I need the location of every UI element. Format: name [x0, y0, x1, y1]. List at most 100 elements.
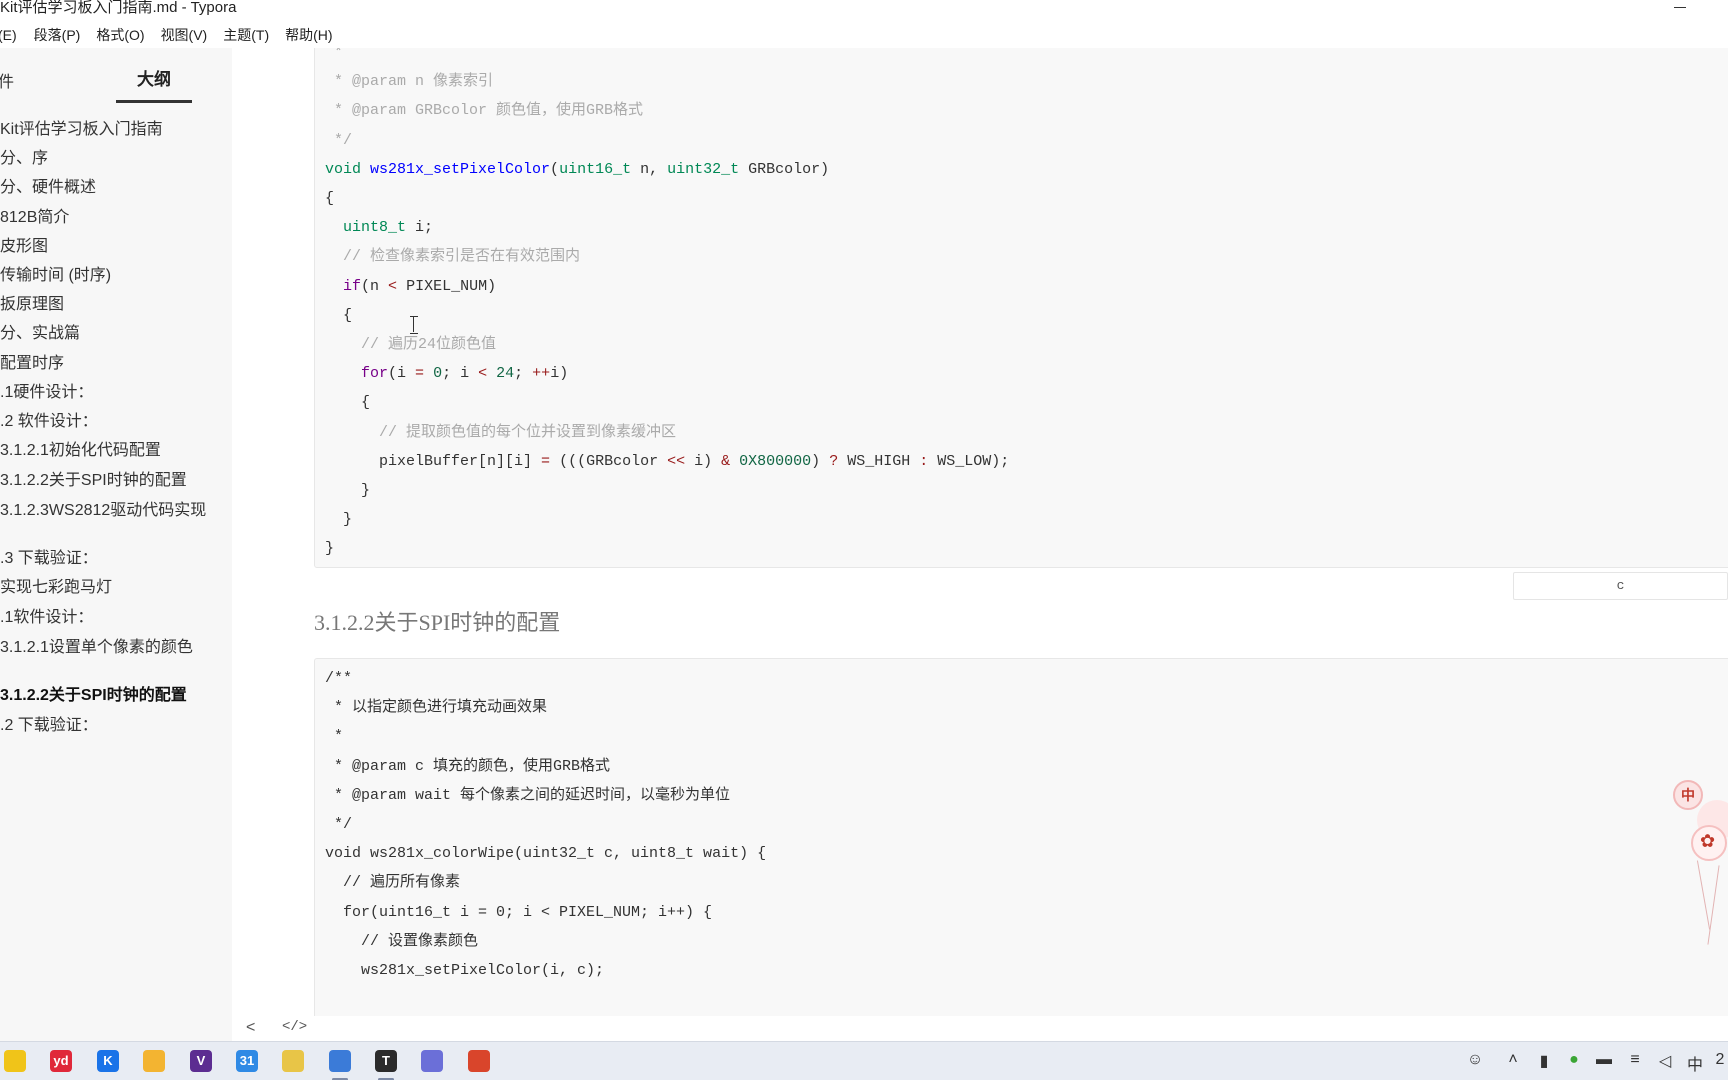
outline-item[interactable]: 812B简介 [0, 208, 69, 228]
star-app-icon[interactable] [4, 1050, 26, 1072]
code-block[interactable]: /** * 以指定颜色进行填充动画效果 * * @param c 填充的颜色，使… [314, 658, 1728, 1041]
source-mode-toggle[interactable]: </> [282, 1019, 307, 1035]
code-token: * @param GRBcolor 颜色值，使用GRB格式 [325, 102, 644, 120]
code-block[interactable]: * * @param n 像素索引 * @param GRBcolor 颜色值，… [314, 48, 1728, 568]
visual-studio-icon[interactable]: V [190, 1050, 212, 1072]
code-token: n, [631, 160, 668, 178]
youdao-icon[interactable]: yd [50, 1050, 72, 1072]
code-line: } [325, 510, 352, 530]
code-token: & [721, 452, 731, 470]
menu-item[interactable]: 主题(T) [223, 25, 269, 45]
code-token: < [478, 365, 488, 383]
outline-item[interactable]: .2 软件设计： [0, 412, 98, 432]
code-line: uint8_t i; [325, 218, 433, 238]
code-token: < [388, 277, 398, 295]
outline-item[interactable]: 扳原理图 [0, 295, 64, 315]
code-token: * @param c 填充的颜色，使用GRB格式 [325, 757, 611, 775]
sidebar: 件 大纲 Kit评估学习板入门指南 分、序分、硬件概述 812B简介 皮形图传输时间 … [0, 48, 232, 1041]
menu-item[interactable]: (E) [0, 27, 17, 43]
outline-item[interactable]: 3.1.2.1初始化代码配置 [0, 441, 161, 461]
code-token: for(uint16_t i = 0; i < PIXEL_NUM; i++) … [325, 903, 713, 921]
code-token: uint16_t [559, 160, 632, 178]
code-language-input[interactable]: c [1513, 572, 1728, 600]
menu-item[interactable]: 格式(O) [96, 25, 144, 45]
code-token: WS_HIGH [838, 452, 920, 470]
code-token: ws281x_setPixelColor(i, c); [325, 962, 605, 979]
editor-pane[interactable]: * * @param n 像素索引 * @param GRBcolor 颜色值，… [232, 48, 1728, 1041]
green-app-icon[interactable]: ● [1563, 1051, 1585, 1069]
outline-item[interactable]: .1硬件设计： [0, 383, 93, 403]
outline-item[interactable]: 分、实战篇 [0, 324, 80, 344]
code-line: { [325, 393, 370, 413]
code-line: // 遍历24位颜色值 [325, 335, 496, 355]
outline-item[interactable]: 3.1.2.2关于SPI时钟的配置 [0, 471, 187, 491]
code-token: uint8_t [343, 219, 407, 237]
tab-files[interactable]: 件 [0, 68, 14, 92]
code-token: // 检查像素索引是否在有效范围内 [325, 248, 581, 266]
code-token: (i [388, 365, 416, 383]
chevron-up-icon[interactable]: ˄ [1502, 1051, 1524, 1069]
ime-badge[interactable]: 中 [1673, 780, 1703, 810]
code-token: (((GRBcolor [550, 452, 668, 470]
code-token: pixelBuffer[n][i] [325, 452, 542, 470]
ime-icon[interactable]: 中 [1684, 1051, 1706, 1075]
phone-app-icon[interactable] [421, 1050, 443, 1072]
outline-item[interactable]: 传输时间 (时序) [0, 266, 111, 286]
code-token: * @param n 像素索引 [325, 73, 494, 91]
network-app-icon[interactable] [329, 1050, 351, 1080]
presentation-app-icon[interactable] [468, 1050, 490, 1072]
outline-item[interactable]: 实现七彩跑马灯 [0, 578, 112, 598]
k-app-icon[interactable]: K [97, 1050, 119, 1072]
code-line: * [325, 48, 343, 63]
outline-item[interactable]: 3.1.2.3WS2812驱动代码实现 [0, 500, 212, 521]
code-line: * [325, 727, 343, 747]
code-token: } [325, 511, 353, 529]
code-token: // 提取颜色值的每个位并设置到像素缓冲区 [325, 423, 677, 441]
menu-item[interactable]: 段落(P) [34, 25, 81, 45]
typora-icon[interactable]: T [375, 1050, 397, 1080]
minimize-button[interactable] [1670, 0, 1690, 16]
outline-item[interactable]: 配置时序 [0, 354, 64, 374]
folder-app-icon[interactable] [282, 1050, 304, 1072]
menu-item[interactable]: 视图(V) [161, 25, 208, 45]
tab-outline[interactable]: 大纲 [116, 65, 192, 90]
title-bar: Kit评估学习板入门指南.md - Typora [0, 0, 1728, 22]
back-chevron-icon[interactable]: < [246, 1019, 255, 1037]
code-token: * 以指定颜色进行填充动画效果 [325, 699, 548, 717]
volume-icon[interactable]: ◁ [1654, 1051, 1676, 1071]
user-icon[interactable]: ☺ [1464, 1051, 1486, 1069]
battery-icon[interactable]: ▬ [1593, 1051, 1615, 1069]
code-token: } [325, 540, 335, 558]
outline-item[interactable]: Kit评估学习板入门指南 [0, 120, 163, 140]
outline-item[interactable]: 3.1.2.2关于SPI时钟的配置 [0, 686, 187, 706]
code-line: { [325, 306, 352, 326]
code-line: * @param n 像素索引 [325, 72, 493, 92]
code-line: // 提取颜色值的每个位并设置到像素缓冲区 [325, 423, 676, 443]
code-token: // 遍历24位颜色值 [325, 336, 497, 353]
calendar-icon[interactable]: 31 [236, 1050, 258, 1072]
outline-item[interactable]: .3 下载验证： [0, 549, 98, 569]
wifi-icon[interactable]: ≡ [1624, 1051, 1646, 1069]
menu-item[interactable]: 帮助(H) [285, 25, 332, 45]
code-line: // 检查像素索引是否在有效范围内 [325, 247, 580, 267]
code-line: * @param GRBcolor 颜色值，使用GRB格式 [325, 101, 643, 121]
code-token: */ [325, 131, 353, 149]
microphone-icon[interactable]: ▮ [1533, 1051, 1555, 1071]
outline-item[interactable]: .1软件设计： [0, 608, 93, 628]
code-line: * @param wait 每个像素之间的延迟时间，以毫秒为单位 [325, 786, 730, 806]
code-token: * @param wait 每个像素之间的延迟时间，以毫秒为单位 [325, 786, 731, 804]
outline-item[interactable]: 分、硬件概述 [0, 178, 96, 198]
editor-statusbar: < </> [232, 1016, 1728, 1041]
outline-item[interactable]: .2 下载验证： [0, 716, 98, 736]
code-token: */ [325, 816, 353, 833]
file-explorer-icon[interactable] [143, 1050, 165, 1072]
floating-widget[interactable]: 中 [1673, 780, 1728, 950]
code-token: void [325, 160, 371, 178]
clock-text[interactable]: 2 [1712, 1051, 1728, 1069]
code-line: } [325, 539, 334, 559]
outline-item[interactable]: 皮形图 [0, 237, 48, 257]
outline-item[interactable]: 分、序 [0, 149, 48, 169]
outline-item[interactable]: 3.1.2.1设置单个像素的颜色 [0, 637, 212, 658]
